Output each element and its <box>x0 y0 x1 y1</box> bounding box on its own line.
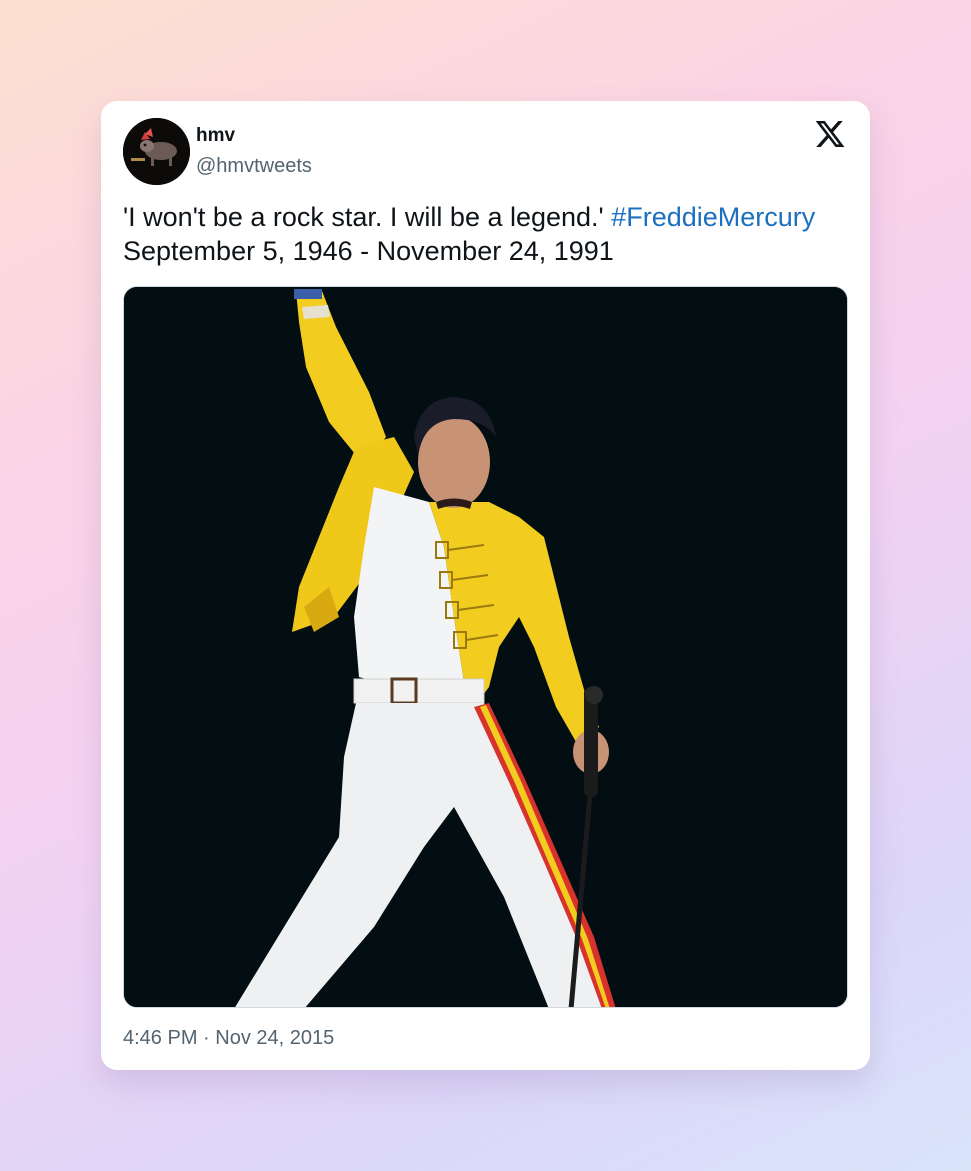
hmv-dog-logo-icon <box>123 118 190 185</box>
tweet-text-dates: September 5, 1946 - November 24, 1991 <box>123 236 614 266</box>
tweet-text: 'I won't be a rock star. I will be a leg… <box>123 200 848 268</box>
hashtag-link[interactable]: #FreddieMercury <box>611 202 815 232</box>
performer-photo <box>124 287 847 1007</box>
tweet-media-photo[interactable] <box>123 286 848 1008</box>
author-display-name[interactable]: hmv <box>196 125 235 147</box>
quote-text: 'I won't be a rock star. I will be a leg… <box>123 202 604 232</box>
tweet-text-line-1: 'I won't be a rock star. I will be a leg… <box>123 200 848 234</box>
x-logo-icon[interactable] <box>814 118 846 150</box>
author-handle[interactable]: @hmvtweets <box>196 155 312 178</box>
tweet-timestamp[interactable]: 4:46 PM · Nov 24, 2015 <box>123 1027 334 1050</box>
tweet-card: hmv @hmvtweets 'I won't be a rock star. … <box>101 101 870 1070</box>
avatar[interactable] <box>123 118 190 185</box>
